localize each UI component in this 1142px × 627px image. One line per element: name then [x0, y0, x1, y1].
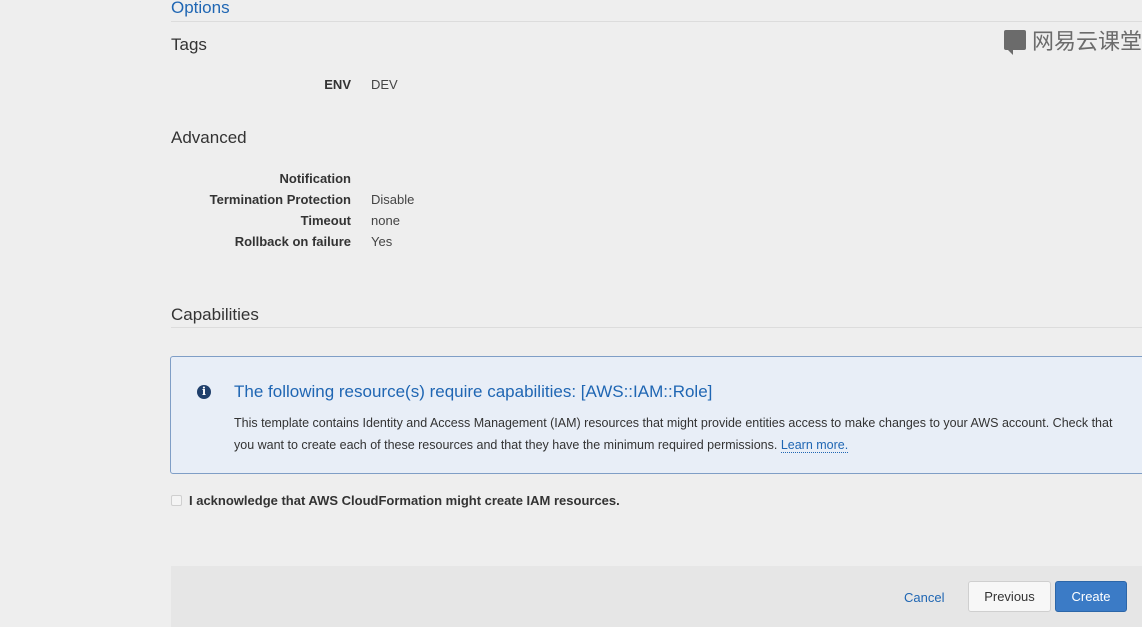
options-divider: [171, 21, 1142, 22]
acknowledge-label[interactable]: I acknowledge that AWS CloudFormation mi…: [189, 493, 620, 508]
advanced-row-notification: Notification: [171, 171, 571, 191]
info-icon: i: [197, 385, 211, 399]
advanced-value: Disable: [371, 192, 415, 207]
advanced-key: Timeout: [300, 213, 351, 228]
advanced-value: Yes: [371, 234, 393, 249]
tag-value: DEV: [371, 77, 398, 92]
tag-key: ENV: [324, 77, 351, 92]
previous-button[interactable]: Previous: [968, 581, 1051, 612]
capabilities-info-box: i The following resource(s) require capa…: [170, 356, 1142, 474]
options-title: Options: [171, 0, 230, 17]
tag-row: ENV DEV: [171, 77, 571, 97]
cancel-button[interactable]: Cancel: [904, 590, 944, 605]
watermark: 网易云课堂: [1003, 24, 1142, 56]
advanced-row-termination-protection: Termination Protection Disable: [171, 192, 571, 212]
watermark-text: 网易云课堂: [1031, 30, 1142, 55]
tags-title: Tags: [171, 35, 207, 54]
advanced-key: Termination Protection: [209, 192, 351, 207]
info-body-text: This template contains Identity and Acce…: [234, 416, 1113, 452]
advanced-key: Rollback on failure: [234, 234, 351, 249]
acknowledge-row[interactable]: I acknowledge that AWS CloudFormation mi…: [171, 493, 620, 508]
create-button[interactable]: Create: [1055, 581, 1127, 612]
info-body: This template contains Identity and Acce…: [234, 412, 1114, 456]
learn-more-link[interactable]: Learn more.: [780, 438, 849, 453]
advanced-row-rollback: Rollback on failure Yes: [171, 234, 571, 254]
advanced-value: none: [371, 213, 400, 228]
advanced-title: Advanced: [171, 128, 247, 147]
capabilities-title: Capabilities: [171, 305, 259, 324]
capabilities-divider: [171, 327, 1142, 328]
advanced-row-timeout: Timeout none: [171, 213, 571, 233]
info-title: The following resource(s) require capabi…: [234, 382, 713, 401]
acknowledge-checkbox[interactable]: [171, 495, 182, 506]
chat-bubble-icon: [1003, 30, 1026, 55]
advanced-key: Notification: [279, 171, 352, 186]
